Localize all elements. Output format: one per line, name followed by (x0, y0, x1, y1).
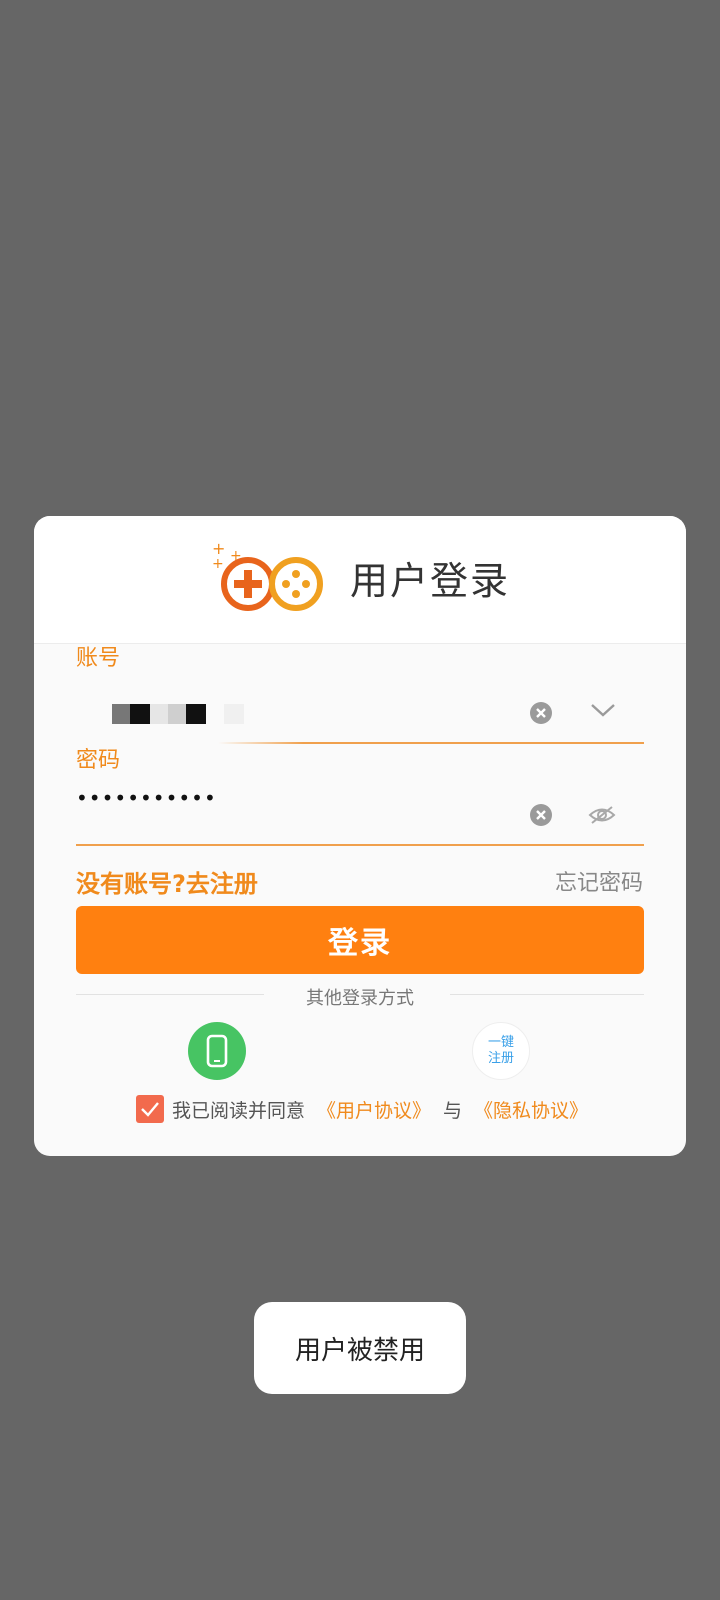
user-agreement-link[interactable]: 《用户协议》 (317, 1096, 431, 1123)
login-dialog: + + + 用户登录 账号 密码 ••••••••••• 没有账号?去注册 忘记… (34, 516, 686, 1156)
clear-icon[interactable] (530, 804, 552, 826)
agreement-row: 我已阅读并同意 《用户协议》 与 《隐私协议》 (136, 1094, 588, 1124)
agreement-text: 我已阅读并同意 (172, 1099, 306, 1122)
one-key-line1: 一键 (487, 1035, 514, 1050)
one-key-line2: 注册 (487, 1051, 514, 1066)
svg-text:+: + (212, 556, 224, 572)
one-key-register-button[interactable]: 一键 注册 (472, 1022, 530, 1080)
eye-hidden-icon[interactable] (588, 804, 616, 826)
agreement-and: 与 (443, 1099, 463, 1122)
password-label: 密码 (76, 748, 121, 773)
login-button[interactable]: 登录 (76, 906, 644, 974)
toast-message: 用户被禁用 (254, 1302, 466, 1394)
clear-icon[interactable] (530, 702, 552, 724)
phone-icon (206, 1034, 228, 1068)
other-login-label: 其他登录方式 (306, 988, 414, 1009)
privacy-agreement-link[interactable]: 《隐私协议》 (474, 1096, 588, 1123)
check-icon (141, 1102, 159, 1117)
phone-login-button[interactable] (188, 1022, 246, 1080)
account-input[interactable] (112, 704, 282, 724)
gamepad-logo-icon: + + + (212, 540, 323, 611)
password-underline (76, 844, 644, 846)
dialog-header: + + + 用户登录 (34, 516, 686, 644)
agreement-checkbox[interactable] (136, 1095, 164, 1123)
register-link[interactable]: 没有账号?去注册 (76, 864, 258, 899)
forgot-password-link[interactable]: 忘记密码 (555, 865, 643, 897)
account-label: 账号 (76, 646, 121, 671)
chevron-down-icon[interactable] (590, 702, 616, 720)
password-input[interactable]: ••••••••••• (76, 786, 217, 810)
dialog-title: 用户登录 (350, 559, 511, 603)
account-underline (76, 742, 644, 744)
